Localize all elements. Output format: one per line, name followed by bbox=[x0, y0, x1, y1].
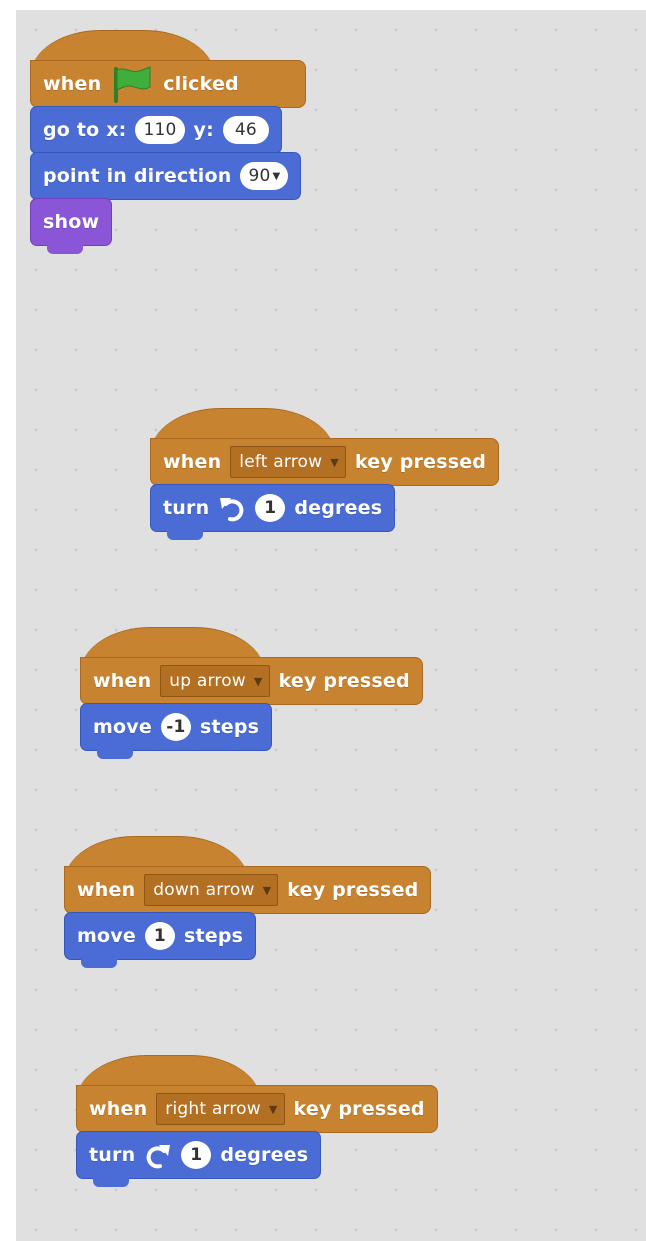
hat-when-up-arrow-pressed[interactable]: when up arrow ▼ key pressed bbox=[80, 627, 423, 713]
key-select[interactable]: left arrow ▼ bbox=[230, 446, 346, 478]
y-input[interactable]: 46 bbox=[222, 116, 269, 144]
key-select[interactable]: right arrow ▼ bbox=[156, 1093, 285, 1125]
degrees-label: degrees bbox=[220, 1144, 309, 1166]
scripts-area[interactable]: when clicked go to x: 110 y: 46 point in… bbox=[16, 10, 646, 1241]
hat-when-right-arrow-pressed[interactable]: when right arrow ▼ key pressed bbox=[76, 1055, 438, 1141]
hat-when-left-arrow-pressed[interactable]: when left arrow ▼ key pressed bbox=[150, 408, 500, 494]
x-input[interactable]: 110 bbox=[135, 116, 185, 144]
when-label: when bbox=[89, 1098, 148, 1120]
degrees-input[interactable]: 1 bbox=[181, 1141, 212, 1169]
point-in-direction-block[interactable]: point in direction 90 ▼ bbox=[30, 152, 302, 208]
dropdown-arrow-icon: ▼ bbox=[253, 674, 263, 688]
steps-label: steps bbox=[183, 925, 244, 947]
turn-label: turn bbox=[163, 497, 210, 519]
key-select[interactable]: down arrow ▼ bbox=[144, 874, 279, 906]
hat-when-flag-clicked[interactable]: when clicked bbox=[30, 30, 306, 116]
show-block[interactable]: show bbox=[30, 198, 113, 254]
degrees-label: degrees bbox=[294, 497, 383, 519]
rotate-counterclockwise-icon bbox=[218, 494, 246, 522]
key-select-value: up arrow bbox=[169, 671, 246, 691]
turn-right-block[interactable]: turn 1 degrees bbox=[76, 1131, 322, 1187]
turn-label: turn bbox=[89, 1144, 136, 1166]
dropdown-arrow-icon: ▼ bbox=[268, 1102, 278, 1116]
go-to-x-label: go to x: bbox=[43, 119, 127, 141]
steps-input[interactable]: -1 bbox=[160, 713, 191, 741]
key-pressed-label: key pressed bbox=[354, 451, 487, 473]
script-green-flag[interactable]: when clicked go to x: 110 y: 46 point in… bbox=[30, 30, 306, 254]
go-to-xy-block[interactable]: go to x: 110 y: 46 bbox=[30, 106, 282, 162]
key-pressed-label: key pressed bbox=[293, 1098, 425, 1120]
steps-label: steps bbox=[199, 716, 260, 738]
when-label: when bbox=[93, 670, 152, 692]
clicked-label: clicked bbox=[163, 73, 239, 95]
move-steps-block[interactable]: move -1 steps bbox=[80, 703, 273, 759]
degrees-input[interactable]: 1 bbox=[255, 494, 286, 522]
show-label: show bbox=[43, 211, 100, 233]
key-pressed-label: key pressed bbox=[278, 670, 410, 692]
key-select-value: down arrow bbox=[153, 880, 255, 900]
when-label: when bbox=[43, 73, 102, 95]
turn-left-block[interactable]: turn 1 degrees bbox=[150, 484, 396, 540]
key-select[interactable]: up arrow ▼ bbox=[160, 665, 270, 697]
key-pressed-label: key pressed bbox=[287, 879, 419, 901]
point-in-direction-label: point in direction bbox=[43, 165, 232, 187]
script-left-arrow[interactable]: when left arrow ▼ key pressed turn 1 deg bbox=[150, 408, 500, 540]
steps-input[interactable]: 1 bbox=[144, 922, 175, 950]
y-label: y: bbox=[193, 119, 214, 141]
move-label: move bbox=[93, 716, 152, 738]
dropdown-arrow-icon: ▼ bbox=[272, 170, 281, 182]
when-label: when bbox=[163, 451, 222, 473]
direction-value: 90 bbox=[248, 166, 271, 186]
hat-when-down-arrow-pressed[interactable]: when down arrow ▼ key pressed bbox=[64, 836, 432, 922]
script-right-arrow[interactable]: when right arrow ▼ key pressed turn 1 de bbox=[76, 1055, 438, 1187]
rotate-clockwise-icon bbox=[144, 1141, 172, 1169]
when-label: when bbox=[77, 879, 136, 901]
dropdown-arrow-icon: ▼ bbox=[262, 883, 272, 897]
direction-input[interactable]: 90 ▼ bbox=[240, 162, 289, 190]
move-label: move bbox=[77, 925, 136, 947]
dropdown-arrow-icon: ▼ bbox=[330, 455, 339, 469]
move-steps-block[interactable]: move 1 steps bbox=[64, 912, 257, 968]
script-up-arrow[interactable]: when up arrow ▼ key pressed move -1 step… bbox=[80, 627, 423, 759]
script-down-arrow[interactable]: when down arrow ▼ key pressed move 1 ste… bbox=[64, 836, 432, 968]
key-select-value: left arrow bbox=[239, 452, 323, 472]
green-flag-icon bbox=[110, 65, 154, 103]
key-select-value: right arrow bbox=[165, 1099, 261, 1119]
